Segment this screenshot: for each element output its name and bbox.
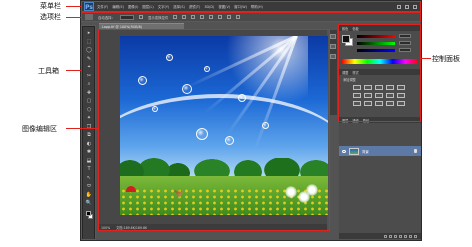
eye-icon[interactable] [342, 149, 346, 153]
fx-icon[interactable] [389, 234, 392, 238]
trash-icon[interactable] [414, 234, 417, 238]
options-bar-highlight [81, 12, 421, 22]
history-panel-icon[interactable] [330, 34, 336, 39]
layer-row[interactable]: 背景 [339, 146, 421, 156]
control-panel-highlight [338, 24, 421, 122]
image-editing-area-pointer [66, 128, 98, 130]
options-bar-annotation: 选项栏 [40, 13, 61, 21]
new-layer-icon[interactable] [409, 234, 412, 238]
layers-panel-footer [339, 233, 421, 239]
image-editing-area-highlight [98, 29, 330, 231]
control-panel-annotation: 控制面板 [432, 55, 460, 63]
menu-bar-annotation: 菜单栏 [40, 2, 61, 10]
toolbox-pointer [66, 70, 81, 72]
layer-name: 背景 [362, 149, 369, 154]
menu-bar-highlight [81, 1, 421, 12]
link-icon[interactable] [384, 234, 387, 238]
layer-thumbnail [349, 147, 359, 155]
image-editing-area-annotation: 图像编辑区 [22, 125, 57, 133]
lock-icon [414, 149, 417, 153]
foreground-color-swatch[interactable] [86, 211, 91, 216]
folder-icon[interactable] [404, 234, 407, 238]
control-panel-pointer [421, 58, 431, 60]
toolbox-annotation: 工具箱 [38, 67, 59, 75]
toolbox-highlight [81, 25, 96, 240]
mask-icon[interactable] [394, 234, 397, 238]
panel-dock [329, 30, 337, 115]
character-panel-icon[interactable] [330, 54, 336, 59]
properties-panel-icon[interactable] [330, 44, 336, 49]
options-bar-pointer [66, 17, 81, 19]
adjustment-layer-icon[interactable] [399, 234, 402, 238]
menu-bar-pointer [66, 6, 81, 8]
